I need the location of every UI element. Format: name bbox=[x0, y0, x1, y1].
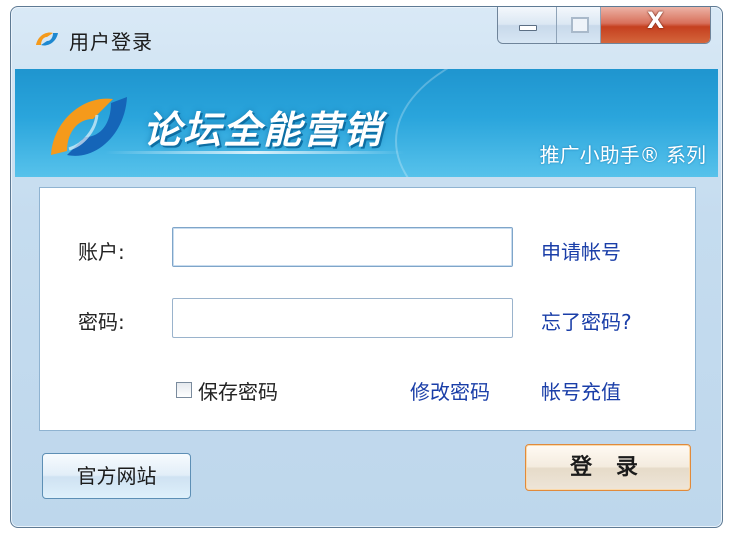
title-bar[interactable]: 用户登录 X bbox=[11, 7, 722, 69]
window-controls: X bbox=[497, 7, 711, 44]
account-label: 账户: bbox=[78, 240, 125, 264]
official-website-button[interactable]: 官方网站 bbox=[42, 453, 191, 499]
save-password-checkbox[interactable] bbox=[176, 382, 192, 398]
product-name: 论坛全能营销 bbox=[143, 108, 384, 152]
login-form-panel: 账户: 申请帐号 密码: 忘了密码? 保存密码 修改密码 帐号充值 bbox=[39, 187, 696, 431]
minimize-icon bbox=[519, 25, 537, 31]
maximize-button[interactable] bbox=[557, 7, 601, 43]
save-password-label[interactable]: 保存密码 bbox=[198, 376, 278, 405]
maximize-icon bbox=[571, 17, 589, 33]
banner-glow bbox=[105, 151, 405, 154]
login-button[interactable]: 登 录 bbox=[525, 444, 691, 491]
change-password-link[interactable]: 修改密码 bbox=[410, 376, 490, 405]
forgot-password-link[interactable]: 忘了密码? bbox=[541, 306, 632, 335]
product-logo-icon bbox=[51, 97, 127, 156]
close-icon: X bbox=[647, 9, 664, 34]
app-logo-icon bbox=[36, 32, 58, 46]
login-window: 用户登录 X 论坛全能营销 推广小助手® 系列 账户: 申请帐号 密码: 忘了密… bbox=[10, 6, 723, 528]
product-banner: 论坛全能营销 推广小助手® 系列 bbox=[15, 69, 718, 177]
apply-account-link[interactable]: 申请帐号 bbox=[541, 236, 621, 265]
recharge-account-link[interactable]: 帐号充值 bbox=[541, 376, 621, 405]
product-tagline: 推广小助手® 系列 bbox=[539, 143, 706, 167]
account-input[interactable] bbox=[172, 227, 513, 267]
close-button[interactable]: X bbox=[601, 7, 710, 43]
password-label: 密码: bbox=[78, 310, 125, 334]
window-title: 用户登录 bbox=[69, 30, 153, 54]
minimize-button[interactable] bbox=[498, 7, 557, 43]
password-input[interactable] bbox=[172, 298, 513, 338]
